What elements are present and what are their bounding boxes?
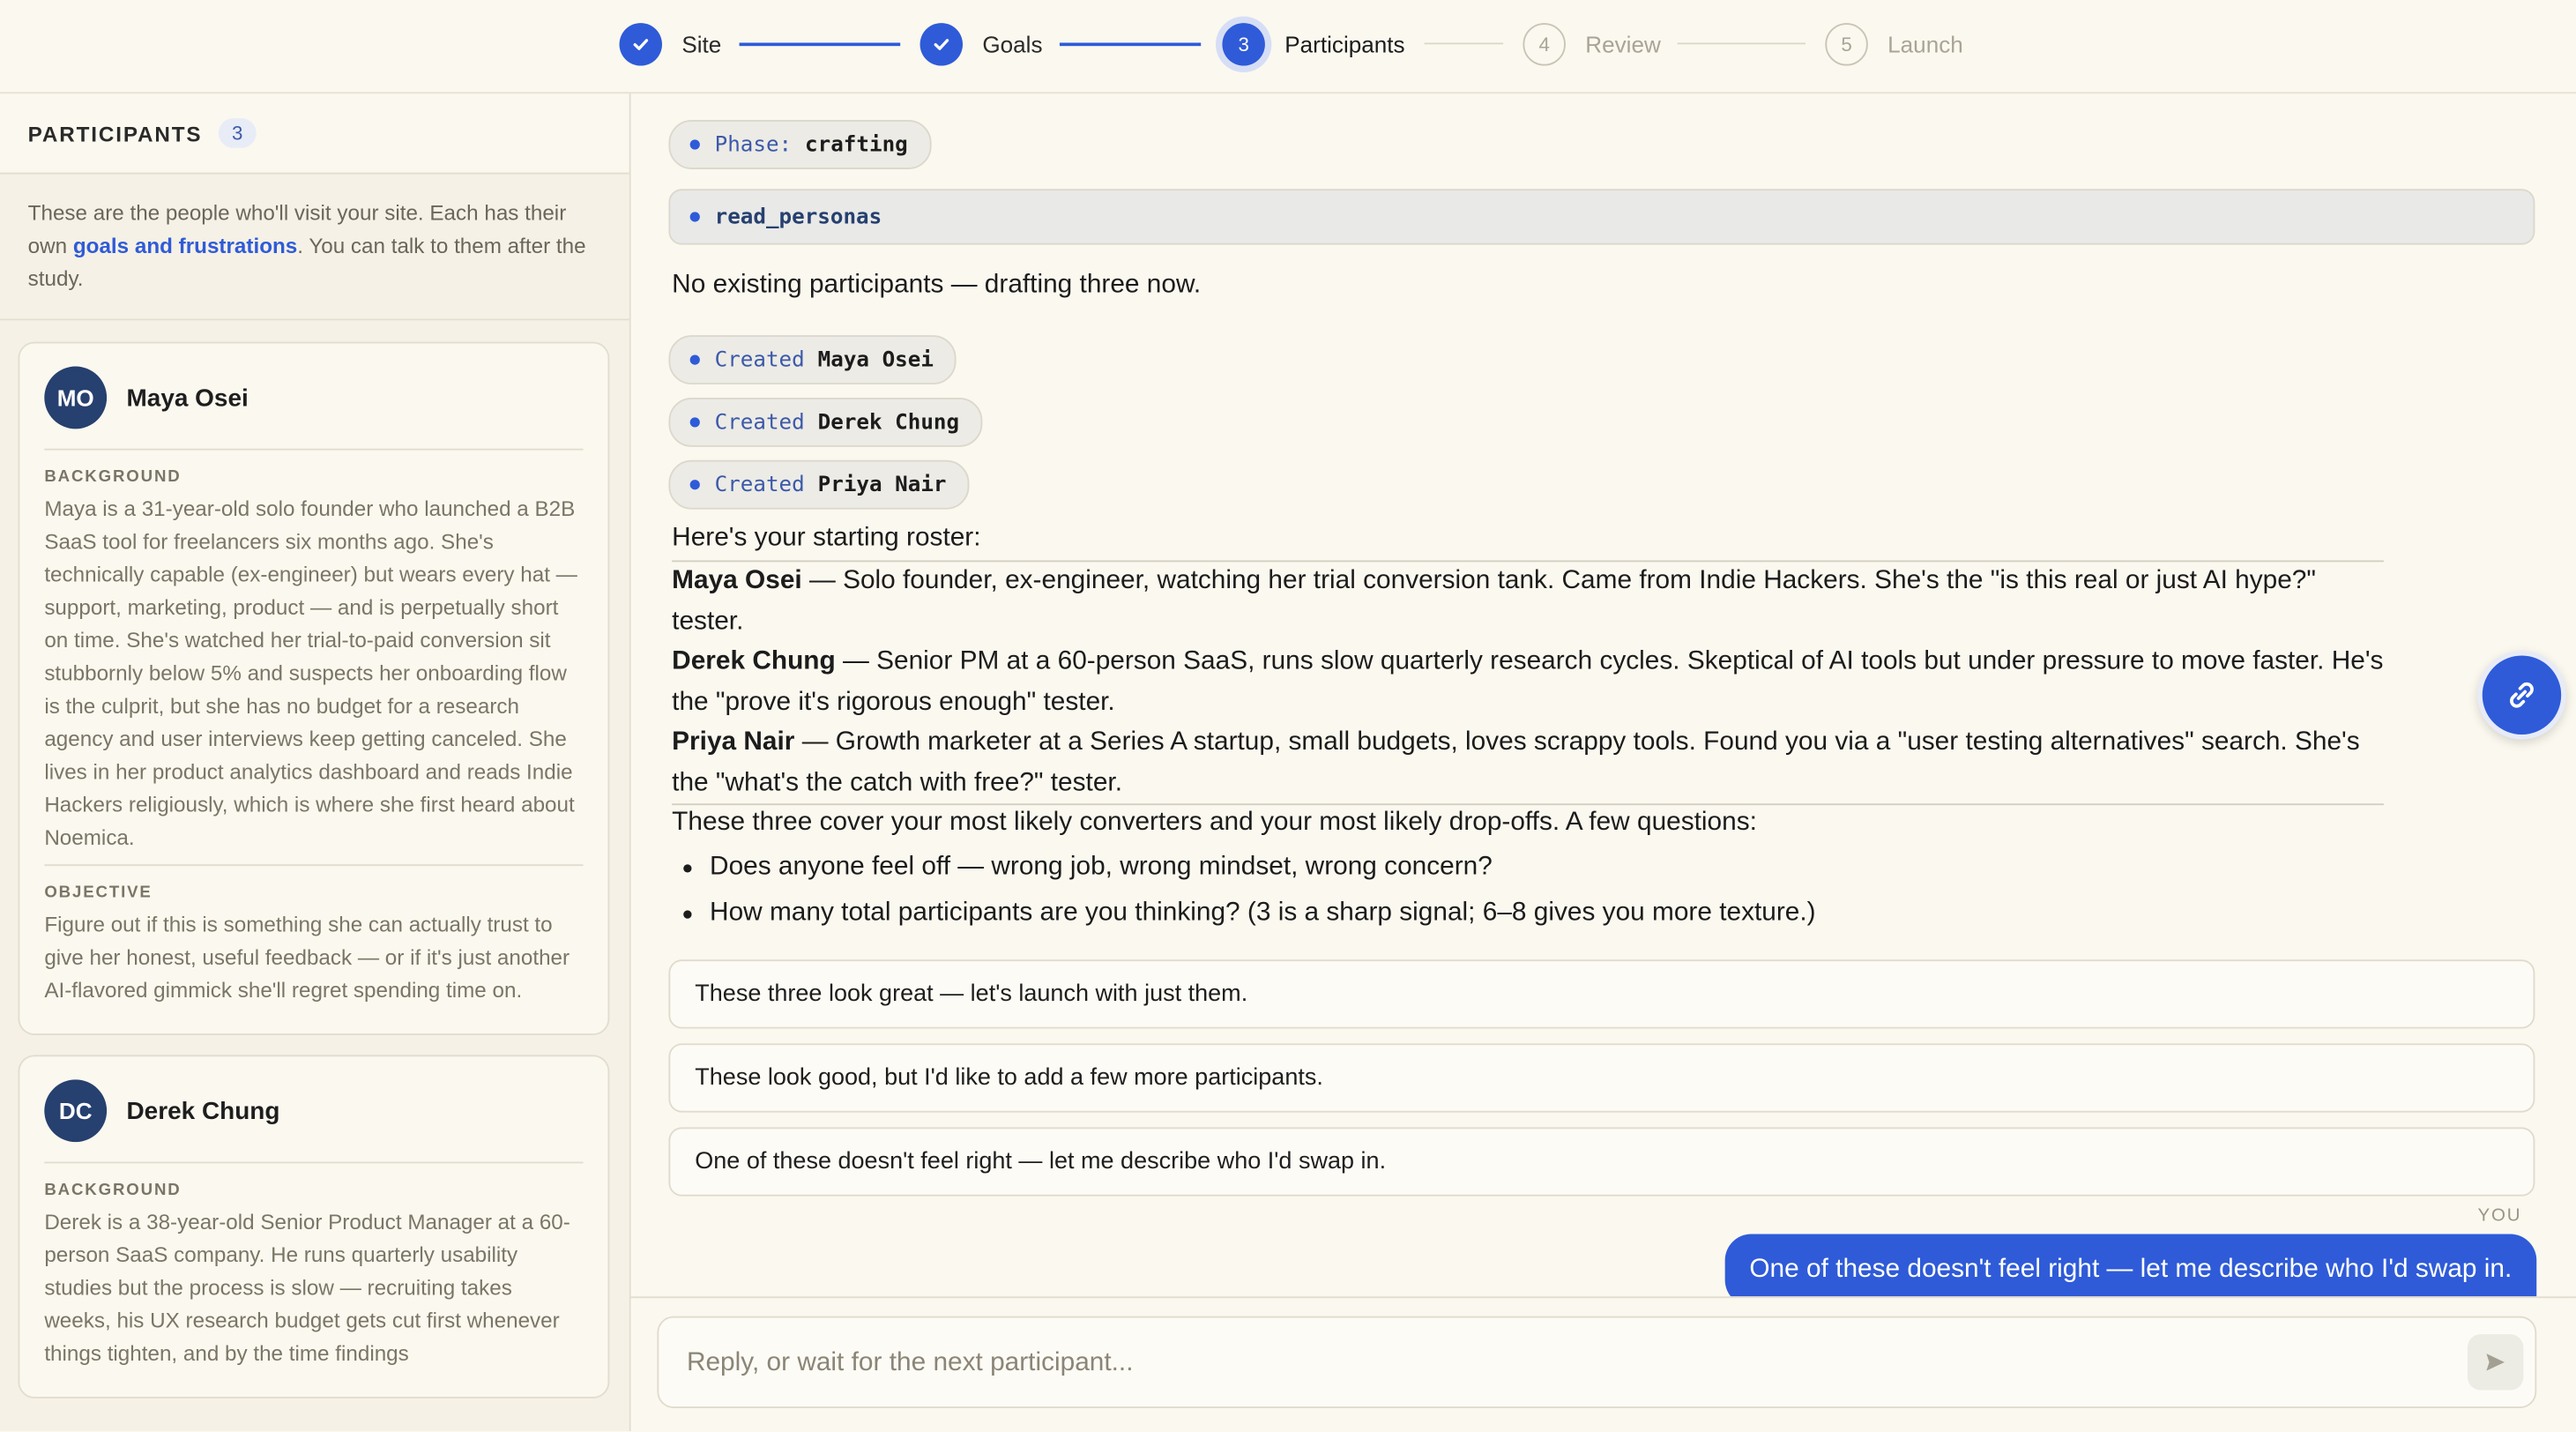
phase-chip: Phase: crafting (668, 120, 931, 169)
app-frame: Site Goals 3 Participants 4 Review 5 Lau… (0, 0, 2576, 1432)
created-label: Created (714, 409, 805, 435)
roster-desc: — Growth marketer at a Series A startup,… (672, 727, 2360, 796)
created-name: Priya Nair (817, 472, 947, 497)
step-label: Participants (1284, 31, 1405, 58)
tool-call-read-personas[interactable]: read_personas (668, 189, 2535, 245)
link-icon (2510, 682, 2534, 708)
created-chip: Created Derek Chung (668, 397, 983, 447)
step-number: 5 (1825, 23, 1868, 66)
step-label: Goals (982, 31, 1043, 58)
created-name: Maya Osei (817, 347, 934, 373)
progress-stepper: Site Goals 3 Participants 4 Review 5 Lau… (0, 0, 2576, 94)
roster-desc: — Solo founder, ex-engineer, watching he… (672, 566, 2316, 636)
status-dot (689, 417, 700, 428)
roster-name: Maya Osei (672, 566, 802, 595)
background-text: Maya is a 31-year-old solo founder who l… (44, 496, 577, 850)
participant-cards: MO Maya Osei BACKGROUND Maya is a 31-yea… (0, 320, 629, 1432)
phase-key: Phase: (714, 132, 793, 157)
created-chip: Created Maya Osei (668, 335, 957, 385)
background-label: BACKGROUND (44, 1181, 182, 1200)
step-label: Review (1585, 31, 1661, 58)
suggested-reply-add-more[interactable]: These look good, but I'd like to add a f… (668, 1043, 2535, 1113)
step-label: Launch (1887, 31, 1963, 58)
composer (657, 1316, 2537, 1410)
panel-title: PARTICIPANTS (27, 120, 203, 145)
suggested-reply-launch[interactable]: These three look great — let's launch wi… (668, 959, 2535, 1029)
created-name: Derek Chung (817, 409, 960, 435)
card-header: MO Maya Osei (44, 366, 584, 451)
background-text: Derek is a 38-year-old Senior Product Ma… (44, 1209, 570, 1366)
participant-card[interactable]: DC Derek Chung BACKGROUND Derek is a 38-… (18, 1055, 610, 1398)
suggested-reply-swap[interactable]: One of these doesn't feel right — let me… (668, 1127, 2535, 1197)
roster-name: Priya Nair (672, 727, 795, 757)
step-label: Site (681, 31, 722, 58)
goals-frustrations-link[interactable]: goals and frustrations (73, 234, 297, 258)
step-connector (1677, 42, 1805, 45)
card-header: DC Derek Chung (44, 1079, 584, 1164)
participant-count-badge: 3 (219, 118, 257, 148)
roster-intro: Here's your starting roster: (672, 524, 981, 553)
created-label: Created (714, 472, 805, 497)
assistant-message: No existing participants — drafting thre… (672, 271, 1202, 300)
divider (44, 864, 584, 867)
step-site[interactable]: Site (619, 21, 722, 67)
chat-transcript: Phase: crafting read_personas No existin… (631, 93, 2576, 1297)
step-number: 3 (1222, 23, 1265, 66)
objective-label: OBJECTIVE (44, 884, 153, 903)
background-label: BACKGROUND (44, 468, 182, 487)
roster-list: Maya Osei — Solo founder, ex-engineer, w… (672, 560, 2384, 806)
created-label: Created (714, 347, 805, 373)
roster-summary: These three cover your most likely conve… (672, 808, 1757, 837)
sender-label: YOU (2477, 1205, 2522, 1227)
roster-entry: Priya Nair — Growth marketer at a Series… (672, 723, 2384, 803)
roster-name: Derek Chung (672, 647, 836, 675)
participant-name: Maya Osei (126, 384, 249, 412)
panel-header: PARTICIPANTS 3 (0, 93, 629, 175)
step-connector (739, 42, 901, 47)
user-message-bubble: One of these doesn't feel right — let me… (1724, 1234, 2537, 1297)
send-icon (2486, 1354, 2505, 1371)
share-link-button[interactable] (2477, 650, 2566, 740)
status-dot (689, 212, 700, 222)
created-chip: Created Priya Nair (668, 459, 970, 510)
send-button[interactable] (2467, 1334, 2524, 1391)
avatar: MO (44, 366, 108, 429)
panel-intro: These are the people who'll visit your s… (0, 174, 629, 321)
step-review[interactable]: 4 Review (1523, 21, 1661, 67)
question-item: How many total participants are you thin… (672, 891, 1816, 936)
tool-name: read_personas (714, 205, 882, 229)
status-dot (689, 480, 700, 490)
phase-value: crafting (805, 132, 908, 157)
step-participants[interactable]: 3 Participants (1222, 21, 1405, 67)
check-icon (919, 23, 964, 66)
reply-input[interactable] (683, 1317, 2465, 1410)
status-dot (689, 354, 700, 365)
composer-area (630, 1296, 2576, 1432)
participants-panel: PARTICIPANTS 3 These are the people who'… (0, 93, 631, 1432)
step-connector (1059, 42, 1202, 47)
objective-text: Figure out if this is something she can … (44, 912, 570, 1003)
roster-entry: Derek Chung — Senior PM at a 60-person S… (672, 643, 2384, 723)
roster-entry: Maya Osei — Solo founder, ex-engineer, w… (672, 562, 2384, 642)
step-connector (1424, 42, 1504, 45)
participant-card[interactable]: MO Maya Osei BACKGROUND Maya is a 31-yea… (18, 341, 610, 1036)
step-goals[interactable]: Goals (919, 21, 1043, 67)
question-list: Does anyone feel off — wrong job, wrong … (672, 845, 1816, 936)
avatar: DC (44, 1079, 108, 1143)
question-item: Does anyone feel off — wrong job, wrong … (672, 845, 1815, 891)
check-icon (619, 23, 662, 66)
step-launch[interactable]: 5 Launch (1825, 21, 1963, 67)
status-dot (689, 139, 700, 150)
roster-desc: — Senior PM at a 60-person SaaS, runs sl… (672, 647, 2384, 716)
participant-name: Derek Chung (126, 1096, 280, 1125)
step-number: 4 (1523, 23, 1566, 66)
